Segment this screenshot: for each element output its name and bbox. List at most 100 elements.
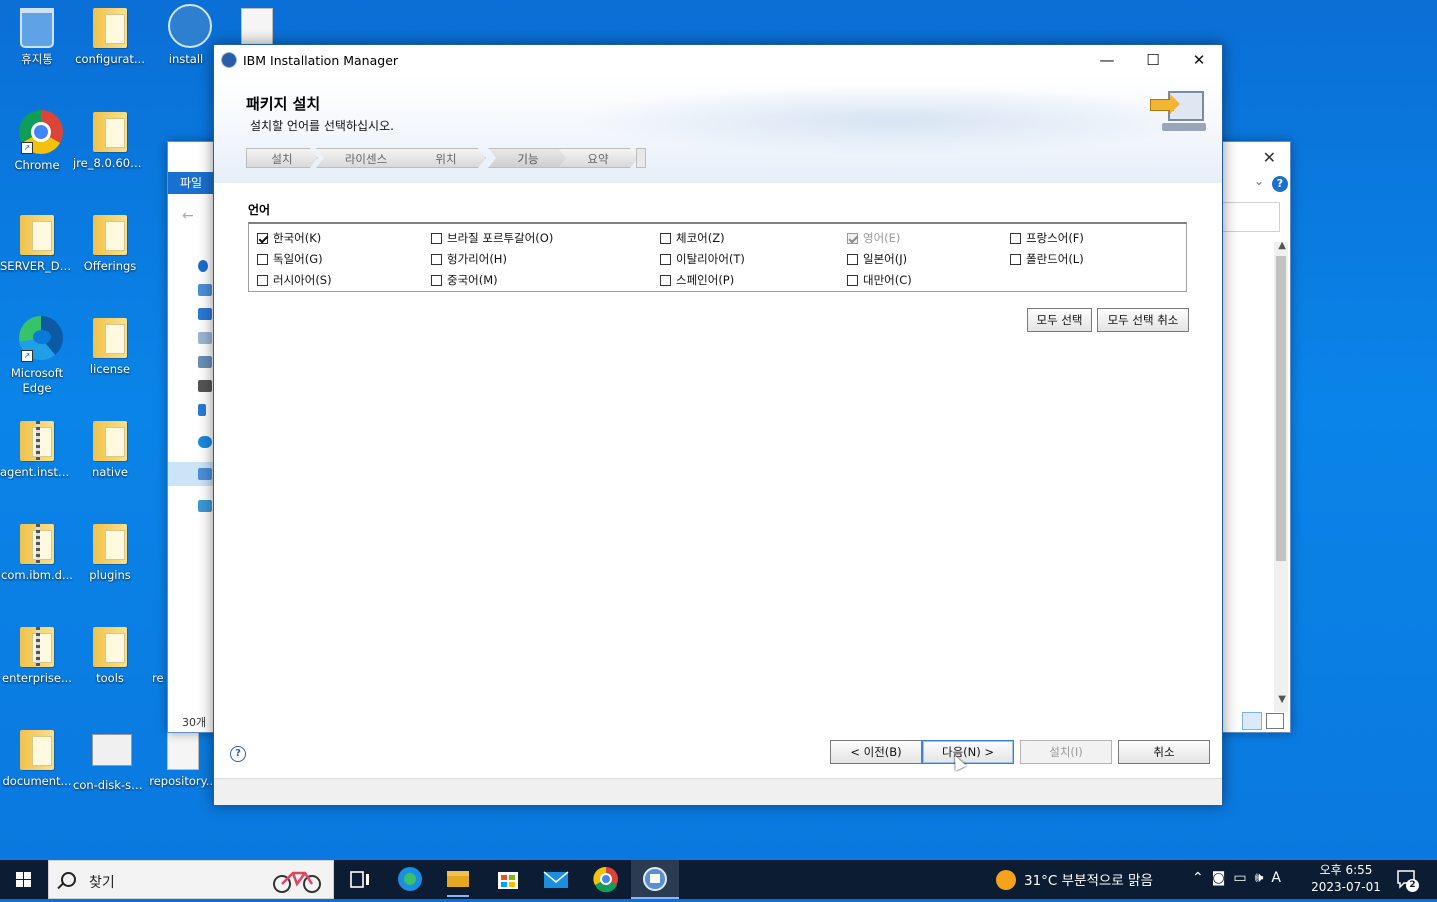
desktop-icon-re[interactable]: re — [152, 627, 166, 686]
taskbar-file-explorer[interactable] — [434, 860, 482, 899]
installation-manager-window[interactable]: IBM Installation Manager — ☐ ✕ 패키지 설치 설치… — [213, 44, 1223, 805]
quick-access-icon[interactable] — [198, 260, 208, 272]
language-checkbox-portuguese-brazil[interactable]: 브라질 포르투갈어(O) — [431, 230, 553, 246]
taskbar-mail[interactable] — [532, 860, 580, 899]
maximize-button[interactable]: ☐ — [1130, 45, 1176, 75]
language-checkbox-chinese[interactable]: 중국어(M) — [431, 272, 498, 288]
desktop-icon-repository[interactable]: repository... — [146, 730, 220, 789]
taskbar-edge[interactable] — [386, 860, 434, 899]
desktop-icon-enterprise[interactable]: enterprise... — [0, 627, 74, 686]
desktop-icon-tools[interactable]: tools — [73, 627, 147, 686]
network-icon[interactable]: ▭ — [1233, 870, 1254, 886]
task-view-button[interactable] — [336, 860, 384, 899]
checkbox[interactable] — [257, 275, 268, 286]
taskbar-chrome[interactable] — [582, 860, 630, 899]
this-pc-icon[interactable] — [198, 468, 212, 480]
file-icon — [152, 627, 166, 669]
taskbar-search-box[interactable]: 찾기 — [48, 860, 334, 899]
documents-icon[interactable] — [198, 332, 212, 344]
ribbon-tab-file[interactable]: 파일 — [168, 172, 214, 194]
camera-icon[interactable]: ◙ — [1212, 870, 1234, 886]
clock[interactable]: 오후 6:55 2023-07-01 — [1306, 862, 1386, 896]
taskbar-installation-manager[interactable] — [631, 860, 679, 899]
language-checkbox-german[interactable]: 독일어(G) — [257, 251, 323, 267]
checkbox[interactable] — [1010, 254, 1021, 265]
pictures-icon[interactable] — [198, 356, 212, 368]
language-checkbox-korean[interactable]: 한국어(K) — [257, 230, 321, 246]
ime-indicator[interactable]: A — [1271, 870, 1289, 886]
clock-time: 오후 6:55 — [1319, 863, 1373, 877]
folder-icon — [92, 8, 128, 50]
checkbox[interactable] — [847, 275, 858, 286]
details-view-icon[interactable] — [1242, 712, 1262, 730]
music-icon[interactable] — [198, 404, 206, 416]
language-checkbox-french[interactable]: 프랑스어(F) — [1010, 230, 1084, 246]
downloads-icon[interactable] — [198, 308, 212, 320]
checkbox[interactable] — [431, 254, 442, 265]
desktop-icon-agent-installer[interactable]: agent.instal... — [0, 421, 74, 480]
desktop-icon-edge[interactable]: ↗ Microsoft Edge — [0, 316, 74, 396]
checkbox-checked[interactable] — [257, 233, 268, 244]
search-input[interactable] — [1220, 202, 1280, 232]
language-checkbox-czech[interactable]: 체코어(Z) — [660, 230, 725, 246]
onedrive-icon[interactable] — [198, 436, 212, 448]
back-button[interactable]: < 이전(B) — [830, 740, 922, 764]
close-icon[interactable]: ✕ — [1263, 148, 1276, 167]
back-arrow-icon[interactable]: ← — [182, 208, 194, 224]
desktop-icon-license[interactable]: license — [73, 318, 147, 377]
language-checkbox-spanish[interactable]: 스페인어(P) — [660, 272, 734, 288]
desktop-icon-plugins[interactable]: plugins — [73, 524, 147, 583]
desktop-icon-native[interactable]: native — [73, 421, 147, 480]
desktop-icon-con-disk[interactable]: con-disk-se... — [73, 730, 147, 793]
system-tray[interactable]: ⌃◙▭🕪A — [1192, 870, 1289, 886]
videos-icon[interactable] — [198, 380, 212, 392]
desktop-icon-offerings[interactable]: Offerings — [73, 215, 147, 274]
next-button[interactable]: 다음(N) > — [922, 740, 1014, 764]
deselect-all-button[interactable]: 모두 선택 취소 — [1097, 308, 1189, 332]
notification-center-button[interactable]: 2 — [1396, 868, 1419, 892]
file-icon — [165, 730, 201, 772]
desktop-icon-install[interactable]: install — [149, 4, 223, 67]
select-all-button[interactable]: 모두 선택 — [1027, 308, 1092, 332]
scrollbar-thumb[interactable] — [1276, 256, 1286, 561]
help-icon[interactable]: ? — [230, 746, 246, 762]
cancel-button[interactable]: 취소 — [1118, 740, 1210, 764]
help-icon[interactable]: ? — [1272, 176, 1288, 192]
volume-icon[interactable]: 🕪 — [1255, 870, 1272, 886]
checkbox[interactable] — [660, 233, 671, 244]
checkbox[interactable] — [660, 275, 671, 286]
checkbox[interactable] — [431, 233, 442, 244]
desktop-icon-chrome[interactable]: ↗ Chrome — [0, 110, 74, 173]
checkbox[interactable] — [847, 254, 858, 265]
language-checkbox-russian[interactable]: 러시아어(S) — [257, 272, 332, 288]
language-checkbox-hungarian[interactable]: 헝가리어(H) — [431, 251, 507, 267]
minimize-button[interactable]: — — [1084, 45, 1130, 75]
weather-widget[interactable]: 31°C 부분적으로 맑음 — [996, 869, 1153, 890]
taskbar-store[interactable] — [484, 860, 532, 899]
desktop-icon-label: con-disk-se... — [73, 778, 147, 792]
desktop-icon-recycle-bin[interactable]: 휴지통 — [0, 8, 74, 67]
large-icons-view-icon[interactable] — [1266, 713, 1284, 729]
chevron-up-icon[interactable]: ⌃ — [1192, 870, 1212, 886]
checkbox[interactable] — [1010, 233, 1021, 244]
checkbox[interactable] — [660, 254, 671, 265]
language-checkbox-japanese[interactable]: 일본어(J) — [847, 251, 907, 267]
chevron-down-icon[interactable]: ⌄ — [1254, 174, 1264, 188]
desktop-icon-com-ibm[interactable]: com.ibm.d... — [0, 524, 74, 583]
checkbox[interactable] — [431, 275, 442, 286]
desktop-icon-configuration[interactable]: configurat... — [73, 8, 147, 67]
start-button[interactable] — [0, 860, 47, 899]
desktop-nav-icon[interactable] — [198, 284, 212, 296]
language-checkbox-taiwanese[interactable]: 대만어(C) — [847, 272, 912, 288]
title-bar[interactable]: IBM Installation Manager — ☐ ✕ — [214, 45, 1222, 75]
network-icon[interactable] — [198, 500, 212, 512]
desktop-icon-jre[interactable]: jre_8.0.603... — [73, 112, 147, 171]
language-checkbox-polish[interactable]: 폴란드어(L) — [1010, 251, 1084, 267]
scroll-up-icon[interactable]: ▲ — [1278, 240, 1286, 251]
checkbox[interactable] — [257, 254, 268, 265]
desktop-icon-documents[interactable]: document... — [0, 730, 74, 789]
desktop-icon-server-dec[interactable]: SERVER_DEC — [0, 215, 74, 274]
close-button[interactable]: ✕ — [1176, 45, 1222, 75]
scroll-down-icon[interactable]: ▼ — [1278, 694, 1286, 705]
language-checkbox-italian[interactable]: 이탈리아어(T) — [660, 251, 745, 267]
